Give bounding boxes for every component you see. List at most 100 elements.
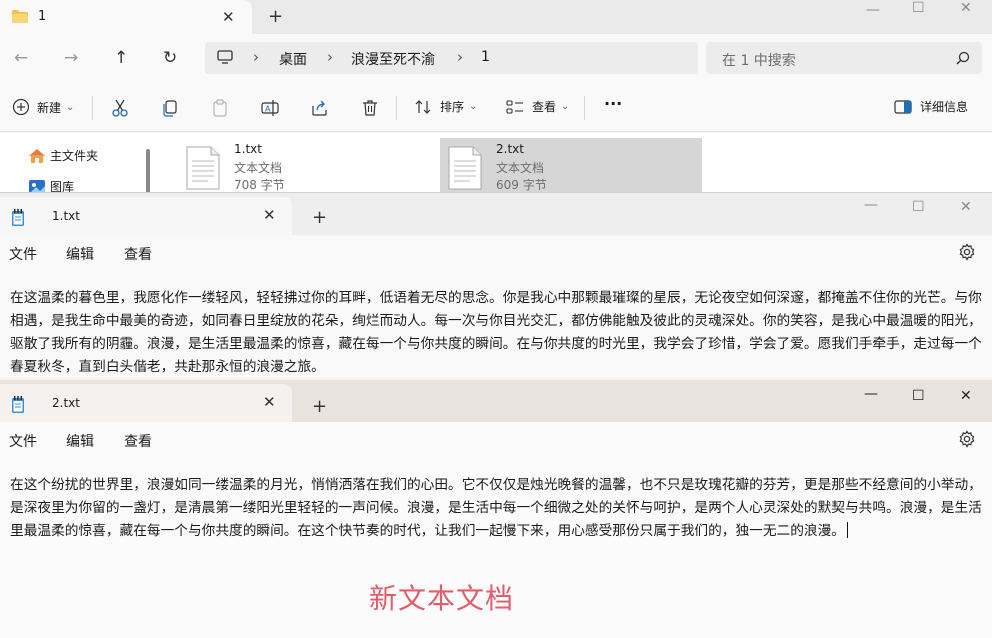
notepad2-menu-bar: 文件 编辑 查看 <box>0 422 992 458</box>
notepad2-new-tab-button[interactable]: + <box>312 396 327 417</box>
up-arrow-icon[interactable]: ↑ <box>114 48 128 68</box>
chevron-down-icon: ⌄ <box>469 101 478 112</box>
back-arrow-icon[interactable]: ← <box>14 48 28 68</box>
file-item-1-txt[interactable]: 1.txt 文本文档 708 字节 <box>178 138 440 196</box>
explorer-tab[interactable]: 1 ✕ <box>0 0 252 34</box>
details-label: 详细信息 <box>920 100 969 114</box>
menu-file[interactable]: 文件 <box>9 244 37 264</box>
notepad1-minimize-button[interactable]: — <box>864 197 878 213</box>
command-divider <box>396 96 397 120</box>
new-label: 新建 <box>37 100 62 115</box>
gear-icon[interactable] <box>958 430 976 448</box>
menu-edit[interactable]: 编辑 <box>66 431 94 451</box>
file-item-2-txt[interactable]: 2.txt 文本文档 609 字节 <box>440 138 702 196</box>
more-options-button[interactable]: ··· <box>604 94 622 113</box>
sort-icon <box>415 99 431 114</box>
explorer-content: 主文件夹 图库 1.txt 文本文档 708 字节 2.txt 文本文档 609… <box>0 133 992 196</box>
forward-arrow-icon[interactable]: → <box>64 48 78 68</box>
notepad1-tab[interactable]: 1.txt ✕ <box>0 197 292 235</box>
sidebar-item-label: 主文件夹 <box>50 149 99 163</box>
explorer-minimize-button[interactable]: — <box>866 2 880 18</box>
sidebar-item-home[interactable]: 主文件夹 <box>28 147 98 164</box>
paste-icon <box>213 99 227 117</box>
notepad1-tab-title: 1.txt <box>52 209 80 223</box>
folder-icon <box>12 10 28 23</box>
notepad1-menu-bar: 文件 编辑 查看 <box>0 235 992 271</box>
command-divider <box>92 96 93 120</box>
notepad-icon <box>12 396 24 413</box>
explorer-navigation-bar: ← → ↑ ↻ › 桌面 › 浪漫至死不渝 › 1 在 1 中搜索 <box>0 34 992 84</box>
new-button[interactable]: 新建 ⌄ <box>12 98 74 116</box>
file-type: 文本文档 <box>496 161 545 175</box>
chevron-down-icon: ⌄ <box>66 101 75 113</box>
notepad-window-1: 1.txt ✕ + — ☐ ✕ 文件 编辑 查看 在这温柔的暮色里，我愿化作一缕… <box>0 192 992 378</box>
view-icon <box>506 99 523 114</box>
notepad2-minimize-button[interactable]: — <box>864 386 878 402</box>
text-document-icon <box>186 146 220 190</box>
text-cursor <box>846 522 848 538</box>
details-pane-icon <box>894 99 912 114</box>
notepad1-tab-bar: 1.txt ✕ + — ☐ ✕ <box>0 193 992 235</box>
notepad2-close-button[interactable]: ✕ <box>960 388 972 404</box>
explorer-maximize-button[interactable]: ☐ <box>912 0 925 16</box>
notepad2-maximize-button[interactable]: ☐ <box>912 388 925 404</box>
sort-label: 排序 <box>440 100 465 114</box>
file-type: 文本文档 <box>234 161 283 175</box>
notepad2-text-area[interactable]: 在这个纷扰的世界里，浪漫如同一缕温柔的月光，悄悄洒落在我们的心田。它不仅仅是烛光… <box>10 474 990 543</box>
menu-edit[interactable]: 编辑 <box>66 244 94 264</box>
notepad1-tab-close-icon[interactable]: ✕ <box>263 206 276 224</box>
command-bar: 新建 ⌄ A 排序 ⌄ 查看 ⌄ ··· 详细信息 <box>0 84 992 132</box>
breadcrumb-separator-icon: › <box>253 48 259 66</box>
text-document-icon <box>448 146 482 190</box>
search-placeholder: 在 1 中搜索 <box>722 53 796 69</box>
menu-view[interactable]: 查看 <box>124 431 152 451</box>
view-label: 查看 <box>532 100 557 114</box>
explorer-new-tab-button[interactable]: + <box>268 6 283 27</box>
breadcrumb-desktop[interactable]: 桌面 <box>279 49 307 69</box>
breadcrumb-separator-icon: › <box>327 48 333 66</box>
explorer-tab-title: 1 <box>38 9 47 24</box>
notepad1-maximize-button[interactable]: ☐ <box>912 199 925 215</box>
view-button[interactable]: 查看 ⌄ <box>506 98 569 115</box>
file-explorer-window: 1 ✕ + — ☐ ✕ ← → ↑ ↻ › 桌面 › 浪漫至死不渝 › 1 在 … <box>0 0 992 196</box>
file-name: 2.txt <box>496 142 524 156</box>
home-icon <box>29 148 45 163</box>
notepad2-tab[interactable]: 2.txt ✕ <box>0 384 292 422</box>
notepad-icon <box>12 209 24 226</box>
share-icon[interactable] <box>310 98 330 118</box>
explorer-close-button[interactable]: ✕ <box>960 0 972 16</box>
details-button[interactable]: 详细信息 <box>894 98 968 115</box>
delete-icon[interactable] <box>360 98 380 118</box>
command-divider <box>584 96 585 120</box>
file-size: 609 字节 <box>496 178 547 192</box>
gear-icon[interactable] <box>958 243 976 261</box>
breadcrumb-folder[interactable]: 浪漫至死不渝 <box>351 49 435 69</box>
copy-icon[interactable] <box>160 98 180 118</box>
overlay-caption: 新文本文档 <box>369 582 515 615</box>
notepad1-text-area[interactable]: 在这温柔的暮色里，我愿化作一缕轻风，轻轻拂过你的耳畔，低语着无尽的思念。你是我心… <box>10 287 990 379</box>
breadcrumb-separator-icon: › <box>457 48 463 66</box>
breadcrumb-current[interactable]: 1 <box>481 49 490 65</box>
address-bar[interactable]: › 桌面 › 浪漫至死不渝 › 1 <box>205 42 698 74</box>
search-icon[interactable] <box>956 51 970 65</box>
notepad2-tab-bar: 2.txt ✕ + — ☐ ✕ <box>0 380 992 422</box>
search-box[interactable]: 在 1 中搜索 <box>706 42 982 74</box>
cut-icon[interactable] <box>110 98 130 118</box>
explorer-tab-close-icon[interactable]: ✕ <box>222 8 235 26</box>
sort-button[interactable]: 排序 ⌄ <box>414 98 477 115</box>
add-circle-icon <box>12 98 30 116</box>
file-size: 708 字节 <box>234 178 285 192</box>
notepad2-tab-close-icon[interactable]: ✕ <box>263 393 276 411</box>
notepad1-close-button[interactable]: ✕ <box>960 199 972 215</box>
notepad1-new-tab-button[interactable]: + <box>312 207 327 228</box>
rename-icon[interactable]: A <box>260 98 280 118</box>
refresh-icon[interactable]: ↻ <box>163 48 177 68</box>
notepad-window-2: 2.txt ✕ + — ☐ ✕ 文件 编辑 查看 在这个纷扰的世界里，浪漫如同一… <box>0 380 992 638</box>
menu-view[interactable]: 查看 <box>124 244 152 264</box>
file-name: 1.txt <box>234 142 262 156</box>
notepad2-tab-title: 2.txt <box>52 396 80 410</box>
notepad2-text-content: 在这个纷扰的世界里，浪漫如同一缕温柔的月光，悄悄洒落在我们的心田。它不仅仅是烛光… <box>10 477 982 539</box>
sidebar-scrollbar[interactable] <box>146 149 150 196</box>
menu-file[interactable]: 文件 <box>9 431 37 451</box>
svg-text:A: A <box>265 105 271 114</box>
